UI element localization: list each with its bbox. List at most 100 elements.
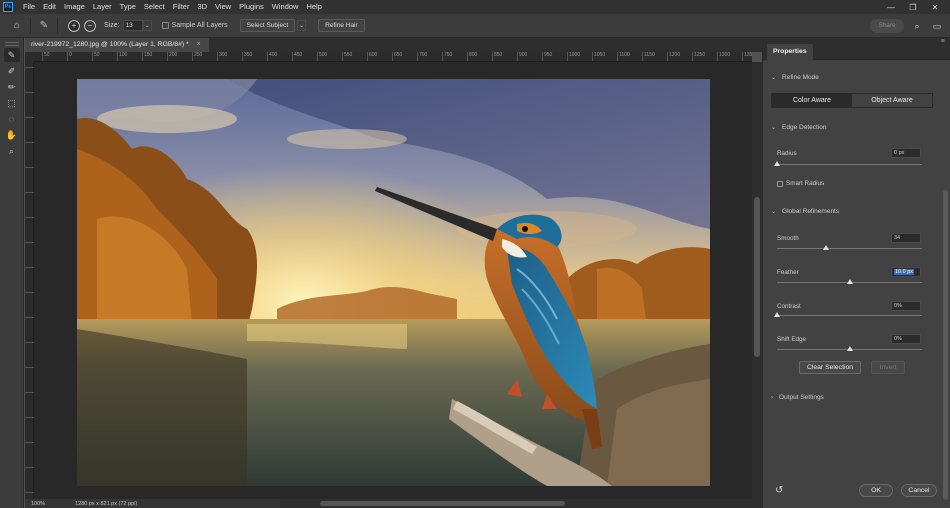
smooth-input[interactable]: 34 <box>891 233 921 243</box>
horizontal-scroll-thumb[interactable] <box>320 501 565 506</box>
toolbar-grip[interactable] <box>4 42 19 46</box>
contrast-slider-thumb[interactable] <box>774 312 780 317</box>
refine-mode-header[interactable]: ⌄ Refine Mode <box>771 74 819 81</box>
brush-add-icon[interactable]: + <box>68 19 80 32</box>
edge-detection-header[interactable]: ⌄ Edge Detection <box>771 124 826 131</box>
feather-input[interactable]: 10.0 px <box>891 267 921 277</box>
reset-icon[interactable]: ↺ <box>775 485 783 496</box>
ruler-tick: 50 <box>92 52 100 61</box>
color-aware-button[interactable]: Color Aware <box>772 94 852 107</box>
document-tab[interactable]: river-219972_1280.jpg @ 100% (Layer 1, R… <box>25 38 209 52</box>
ruler-tick: 950 <box>542 52 552 61</box>
ruler-tick: 1350 <box>742 52 752 61</box>
menu-item-file[interactable]: File <box>19 0 39 14</box>
maximize-button[interactable]: ❐ <box>902 0 924 14</box>
shift-edge-slider-thumb[interactable] <box>846 346 853 351</box>
menu-item-filter[interactable]: Filter <box>169 0 194 14</box>
ruler-tick: 850 <box>492 52 502 61</box>
zoom-level[interactable]: 100% <box>31 501 45 507</box>
search-icon[interactable]: ⌕ <box>910 19 924 33</box>
radius-slider-thumb[interactable] <box>774 161 780 166</box>
output-settings-header[interactable]: › Output Settings <box>771 394 824 401</box>
sample-all-layers-label: Sample All Layers <box>171 22 228 29</box>
menu-item-window[interactable]: Window <box>268 0 303 14</box>
clear-selection-button[interactable]: Clear Selection <box>799 361 861 374</box>
document-tab-bar: river-219972_1280.jpg @ 100% (Layer 1, R… <box>25 38 762 52</box>
menu-item-image[interactable]: Image <box>60 0 89 14</box>
refine-edge-brush-icon[interactable]: ✎ <box>37 19 51 33</box>
smart-radius-checkbox[interactable] <box>777 181 783 187</box>
panel-menu-icon[interactable]: ≡ <box>941 38 945 45</box>
chevron-down-icon: ⌄ <box>771 209 777 215</box>
tools-panel: ✎ ✐ ✏ ⬚ ◌ ✋ ⌕ <box>0 38 24 508</box>
chevron-right-icon: › <box>771 394 773 401</box>
vertical-scrollbar[interactable] <box>752 62 762 499</box>
menu-item-layer[interactable]: Layer <box>89 0 116 14</box>
contrast-input[interactable]: 0% <box>891 301 921 311</box>
tab-properties[interactable]: Properties <box>767 44 813 60</box>
shift-edge-input[interactable]: 0% <box>891 334 921 344</box>
menu-item-type[interactable]: Type <box>116 0 140 14</box>
ruler-tick: 1100 <box>617 52 630 61</box>
horizontal-scrollbar[interactable] <box>280 499 762 508</box>
menu-item-view[interactable]: View <box>211 0 235 14</box>
menu-item-plugins[interactable]: Plugins <box>235 0 268 14</box>
minimize-button[interactable]: — <box>880 0 902 14</box>
menu-item-3d[interactable]: 3D <box>193 0 211 14</box>
menu-item-select[interactable]: Select <box>140 0 169 14</box>
home-icon[interactable]: ⌂ <box>10 19 24 33</box>
ok-button[interactable]: OK <box>859 484 893 497</box>
contrast-slider-track[interactable] <box>777 315 922 316</box>
select-subject-dropdown-icon[interactable]: ⌄ <box>297 20 307 31</box>
radius-input[interactable]: 0 px <box>891 148 921 158</box>
size-input[interactable]: 13 <box>122 20 143 31</box>
panel-scrollbar[interactable] <box>943 190 948 500</box>
close-window-button[interactable]: ✕ <box>924 0 946 14</box>
refine-edge-brush-tool-icon[interactable]: ✐ <box>4 64 20 78</box>
document-dimensions: 1280 px x 821 px (72 ppi) <box>75 500 138 507</box>
ruler-tick <box>25 167 34 168</box>
menu-item-help[interactable]: Help <box>302 0 325 14</box>
share-button[interactable]: Share <box>870 19 904 33</box>
feather-value: 10.0 px <box>894 269 915 275</box>
ruler-tick <box>25 242 34 243</box>
refine-hair-button[interactable]: Refine Hair <box>318 19 365 32</box>
smooth-slider-thumb[interactable] <box>823 245 830 250</box>
ruler-tick: 500 <box>317 52 327 61</box>
close-tab-icon[interactable]: × <box>197 38 201 52</box>
menu-item-edit[interactable]: Edit <box>39 0 60 14</box>
ruler-corner <box>25 52 34 62</box>
edge-detection-title: Edge Detection <box>782 124 827 131</box>
contrast-label: Contrast <box>777 303 801 310</box>
object-aware-button[interactable]: Object Aware <box>852 94 932 107</box>
ruler-tick <box>25 92 34 93</box>
feather-slider-thumb[interactable] <box>846 279 853 284</box>
brush-tool-icon[interactable]: ✏ <box>4 80 20 94</box>
brush-subtract-icon[interactable]: − <box>84 19 96 32</box>
ruler-tick <box>25 67 34 68</box>
shift-edge-label: Shift Edge <box>777 336 807 343</box>
size-label: Size: <box>104 22 120 29</box>
radius-slider-track[interactable] <box>777 164 922 165</box>
workspace-icon[interactable]: ▭ <box>930 19 944 33</box>
quick-selection-tool-icon[interactable]: ✎ <box>3 48 20 62</box>
vertical-scroll-thumb[interactable] <box>754 197 760 357</box>
ruler-tick: 1150 <box>642 52 655 61</box>
size-dropdown-icon[interactable]: ⌄ <box>142 20 152 31</box>
global-refinements-header[interactable]: ⌄ Global Refinements <box>771 208 839 215</box>
ruler-tick <box>25 142 34 143</box>
lasso-tool-icon[interactable]: ◌ <box>4 112 20 126</box>
zoom-tool-icon[interactable]: ⌕ <box>4 144 20 158</box>
ruler-tick <box>25 117 34 118</box>
ruler-tick: 100 <box>117 52 127 61</box>
ruler-tick <box>25 192 34 193</box>
smooth-slider-track[interactable] <box>777 248 922 249</box>
sample-all-layers-checkbox[interactable] <box>161 22 169 29</box>
canvas-area[interactable] <box>34 62 752 499</box>
document-image[interactable] <box>77 79 710 486</box>
cancel-button[interactable]: Cancel <box>901 484 937 497</box>
hand-tool-icon[interactable]: ✋ <box>4 128 20 142</box>
object-selection-tool-icon[interactable]: ⬚ <box>4 96 20 110</box>
select-subject-button[interactable]: Select Subject <box>239 19 296 32</box>
invert-button[interactable]: Invert <box>871 361 905 374</box>
